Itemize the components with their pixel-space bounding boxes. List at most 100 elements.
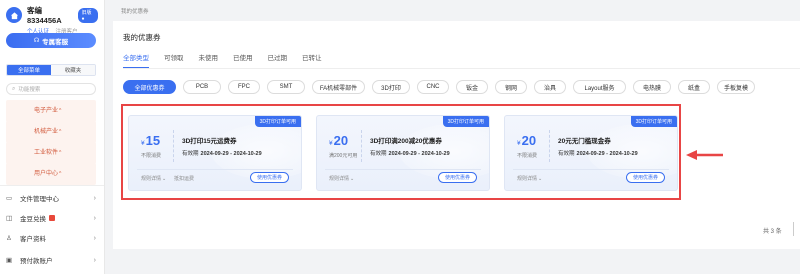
chip-fa-parts[interactable]: FA机械零部件: [312, 80, 365, 94]
rule-details-link[interactable]: 规则详情⌄: [329, 175, 354, 182]
category-label: 工业软件^: [34, 147, 61, 156]
chevron-right-icon: ›: [93, 194, 96, 202]
level-badge[interactable]: 旧版 ●: [78, 7, 98, 23]
category-software[interactable]: 工业软件^: [6, 142, 96, 164]
folder-icon: ▭: [6, 195, 13, 202]
coin-icon: ◫: [6, 215, 13, 222]
menu-item-label: 客户资料: [20, 236, 46, 243]
chip-prototype[interactable]: 手板复模: [717, 80, 755, 94]
category-mechanical[interactable]: 机械产业^: [6, 121, 96, 143]
profile-info: 客编 8334456A 旧版 ● 个人认证 注册客户: [27, 5, 98, 35]
gift-icon: [49, 215, 55, 221]
coupon-validity: 有效期 2024-09-29 - 2024-10-29: [370, 149, 450, 157]
category-user-center[interactable]: 用户中心^: [6, 163, 96, 185]
chip-carton[interactable]: 纸盒: [678, 80, 710, 94]
scrollbar[interactable]: [793, 222, 794, 236]
chevron-down-icon: ⌄: [538, 176, 543, 182]
valid-range: 2024-09-29 - 2024-10-29: [576, 151, 638, 157]
tab-used[interactable]: 已使用: [233, 52, 253, 68]
coupon-footer-divider: [137, 169, 293, 170]
chip-pcb[interactable]: PCB: [183, 80, 221, 94]
sidebar: 客编 8334456A 旧版 ● 个人认证 注册客户 ☊ 专属客服 全部菜单 收…: [0, 0, 105, 274]
valid-label: 有效期: [558, 151, 575, 157]
chip-layout-service[interactable]: Layout服务: [573, 80, 626, 94]
total-count: 共 3 条: [763, 229, 782, 235]
tab-favorites[interactable]: 收藏夹: [51, 65, 95, 75]
page-title: 我的优惠券: [123, 33, 161, 42]
annotation-arrow-icon: [686, 150, 723, 160]
coupon-condition: 满200元可用: [329, 153, 358, 159]
coupon-list: 3D打印订单可用 ¥15 不限消费 3D打印15元运费券 有效期 2024-09-…: [128, 115, 678, 191]
username: 客编 8334456A: [27, 6, 62, 25]
chip-sheet-metal[interactable]: 钣金: [456, 80, 488, 94]
menu-search-input[interactable]: ⌕ 功能搜索: [6, 83, 96, 95]
rule-details-link[interactable]: 规则详情⌄: [517, 175, 542, 182]
coupon-tag: 3D打印订单可用: [442, 116, 489, 127]
menu-item-prepaid[interactable]: ▣ 预付款账户 ›: [6, 252, 100, 268]
menu-item-customer[interactable]: ♙ 客户资料 ›: [6, 230, 100, 246]
service-button[interactable]: ☊ 专属客服: [6, 33, 96, 48]
chip-fixture[interactable]: 治具: [534, 80, 566, 94]
chevron-up-icon: ^: [59, 150, 62, 156]
coupon-validity: 有效期 2024-09-29 - 2024-10-29: [182, 149, 262, 157]
coupon-card: 3D打印订单可用 ¥20 不限消费 20元无门槛现金券 有效期 2024-09-2…: [504, 115, 678, 191]
tab-all-types[interactable]: 全部类型: [123, 52, 149, 68]
category-text: 用户中心: [34, 171, 59, 177]
use-coupon-button[interactable]: 使用优惠券: [625, 172, 665, 183]
coupon-amount: ¥15: [141, 133, 160, 148]
coupon-condition: 不限消费: [141, 153, 162, 159]
tab-claimable[interactable]: 可领取: [164, 52, 184, 68]
coupon-tag: 3D打印订单可用: [630, 116, 677, 127]
tab-expired[interactable]: 已过期: [268, 52, 288, 68]
breadcrumb: 我的优惠券: [121, 9, 149, 15]
menu-item-files[interactable]: ▭ 文件管理中心 ›: [6, 190, 100, 206]
chip-stencil[interactable]: 钢网: [495, 80, 527, 94]
chip-3d-print[interactable]: 3D打印: [372, 80, 410, 94]
valid-label: 有效期: [370, 151, 387, 157]
valid-label: 有效期: [182, 151, 199, 157]
tab-transferred[interactable]: 已转让: [302, 52, 322, 68]
home-icon[interactable]: [6, 7, 22, 23]
chip-smt[interactable]: SMT: [267, 80, 305, 94]
tab-unused[interactable]: 未使用: [199, 52, 219, 68]
currency-symbol: ¥: [329, 140, 333, 147]
rule-label: 规则详情: [141, 176, 162, 182]
menu-item-label: 预付款账户: [20, 258, 53, 265]
chip-heating-film[interactable]: 电热膜: [633, 80, 671, 94]
tab-all-menu[interactable]: 全部菜单: [7, 65, 51, 75]
chevron-down-icon: ⌄: [162, 176, 167, 182]
chip-cnc[interactable]: CNC: [417, 80, 449, 94]
tabs-divider: [123, 68, 800, 69]
amount-value: 20: [333, 133, 349, 148]
chevron-right-icon: ›: [93, 256, 96, 264]
use-coupon-button[interactable]: 使用优惠券: [249, 172, 289, 183]
chip-all-coupons[interactable]: 全部优惠券: [123, 80, 176, 94]
wallet-icon: ▣: [6, 257, 13, 264]
coupon-divider: [361, 130, 362, 162]
chevron-up-icon: ^: [59, 171, 62, 177]
profile: 客编 8334456A 旧版 ● 个人认证 注册客户: [0, 0, 104, 35]
coupon-extra: 抵扣运费: [174, 176, 195, 182]
service-button-label: 专属客服: [42, 38, 69, 46]
rule-details-link[interactable]: 规则详情⌄: [141, 175, 166, 182]
coupon-amount: ¥20: [329, 133, 348, 148]
rule-label: 规则详情: [329, 176, 350, 182]
divider: [0, 185, 104, 186]
coupon-divider: [549, 130, 550, 162]
search-placeholder: 功能搜索: [18, 87, 41, 93]
category-electronics[interactable]: 电子产业^: [6, 100, 96, 122]
chevron-up-icon: ^: [59, 108, 62, 114]
currency-symbol: ¥: [141, 140, 145, 147]
coupon-title: 3D打印15元运费券: [182, 138, 237, 145]
tab-favorites-label: 收藏夹: [64, 68, 82, 74]
currency-symbol: ¥: [517, 140, 521, 147]
menu-item-coins[interactable]: ◫ 金豆兑换 ›: [6, 210, 100, 226]
user-icon: ♙: [6, 235, 12, 242]
valid-range: 2024-09-29 - 2024-10-29: [200, 151, 262, 157]
menu-item-label: 文件管理中心: [20, 196, 59, 203]
valid-range: 2024-09-29 - 2024-10-29: [388, 151, 450, 157]
chip-fpc[interactable]: FPC: [228, 80, 260, 94]
coupon-validity: 有效期 2024-09-29 - 2024-10-29: [558, 149, 638, 157]
tab-all-menu-label: 全部菜单: [17, 68, 40, 74]
use-coupon-button[interactable]: 使用优惠券: [437, 172, 477, 183]
